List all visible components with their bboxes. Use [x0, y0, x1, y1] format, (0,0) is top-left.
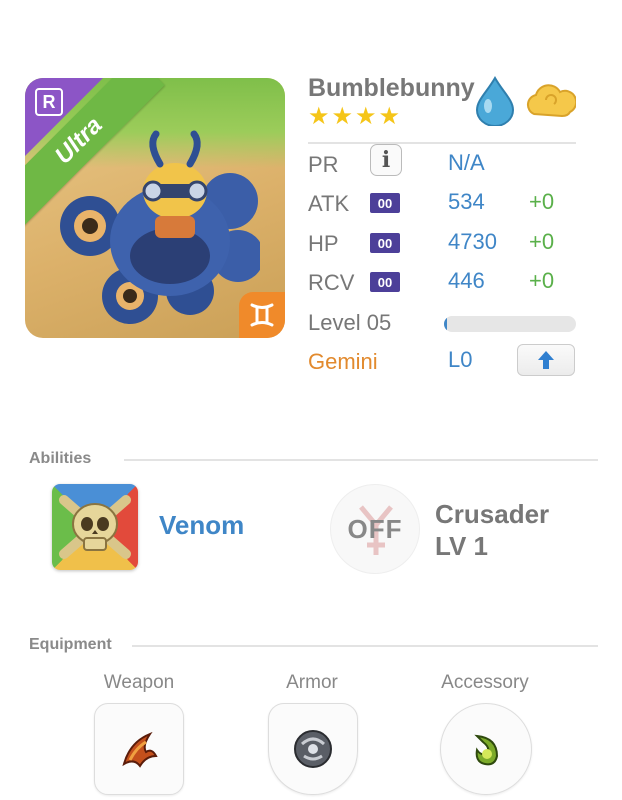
- hp-bonus: +0: [529, 229, 555, 254]
- claw-weapon-icon: [122, 731, 158, 768]
- rcv-bonus: +0: [529, 268, 555, 293]
- stat-row-atk: ATK 00 534 +0: [308, 189, 554, 219]
- level-progress-fill: [444, 316, 447, 332]
- level-row: Level 05: [308, 308, 391, 338]
- atk-bonus: +0: [529, 189, 555, 214]
- armor-slot[interactable]: [268, 703, 358, 795]
- armor-label: Armor: [286, 672, 338, 693]
- cloud-icon: [526, 84, 576, 118]
- level-progress-bar: [444, 316, 576, 332]
- header-divider: [308, 142, 576, 144]
- equipment-divider: [132, 645, 598, 647]
- sign-label: Gemini: [308, 349, 378, 374]
- rcv-plus-box: 00: [370, 272, 400, 292]
- arrow-up-icon: [538, 351, 554, 369]
- rarity-badge: R: [35, 88, 63, 116]
- stat-row-pr: PR i N/A: [308, 144, 485, 180]
- info-icon[interactable]: i: [370, 144, 402, 176]
- gemini-icon: [239, 292, 285, 338]
- crusader-skill-icon[interactable]: OFF: [330, 484, 420, 574]
- ability-name[interactable]: Venom: [159, 510, 244, 541]
- sign-row: Gemini L0: [308, 347, 472, 377]
- monster-name: Bumblebunny: [308, 74, 475, 102]
- hp-value: 4730: [448, 229, 497, 254]
- weapon-slot[interactable]: [94, 703, 184, 795]
- sign-level: L0: [448, 347, 473, 372]
- abilities-divider: [124, 459, 598, 461]
- skill-name-line1: Crusader: [435, 499, 550, 529]
- stat-row-rcv: RCV 00 446 +0: [308, 268, 554, 298]
- star-icon: ★: [355, 103, 377, 130]
- star-icon: ★: [378, 103, 401, 130]
- stat-row-hp: HP 00 4730 +0: [308, 229, 554, 259]
- venom-ability-icon[interactable]: [52, 484, 138, 570]
- water-drop-icon: [475, 76, 515, 126]
- weapon-label: Weapon: [103, 672, 175, 693]
- accessory-label: Accessory: [441, 672, 529, 693]
- accessory-slot[interactable]: [440, 703, 532, 795]
- upgrade-button[interactable]: [517, 344, 575, 376]
- abilities-title: Abilities: [29, 450, 92, 467]
- monster-portrait[interactable]: Ultra R: [25, 78, 285, 338]
- level-label: Level 05: [308, 310, 392, 335]
- skill-off-label: OFF: [347, 513, 403, 544]
- skill-name: Crusader LV 1: [435, 498, 549, 562]
- star-rating: ★ ★ ★ ★: [308, 104, 400, 130]
- pr-value: N/A: [448, 150, 485, 175]
- hp-plus-box: 00: [370, 233, 400, 253]
- equipment-title: Equipment: [29, 636, 112, 653]
- pr-label: PR: [308, 152, 339, 177]
- hp-label: HP: [308, 231, 339, 256]
- atk-value: 534: [448, 189, 485, 214]
- leaf-accessory-icon: [474, 734, 499, 766]
- atk-label: ATK: [308, 191, 350, 216]
- rcv-label: RCV: [308, 270, 355, 295]
- skull-icon: [59, 495, 131, 559]
- rcv-value: 446: [448, 268, 485, 293]
- orb-armor-icon: [294, 730, 332, 768]
- skill-level: LV 1: [435, 531, 488, 561]
- star-icon: ★: [331, 103, 354, 130]
- atk-plus-box: 00: [370, 193, 400, 213]
- star-icon: ★: [308, 103, 330, 130]
